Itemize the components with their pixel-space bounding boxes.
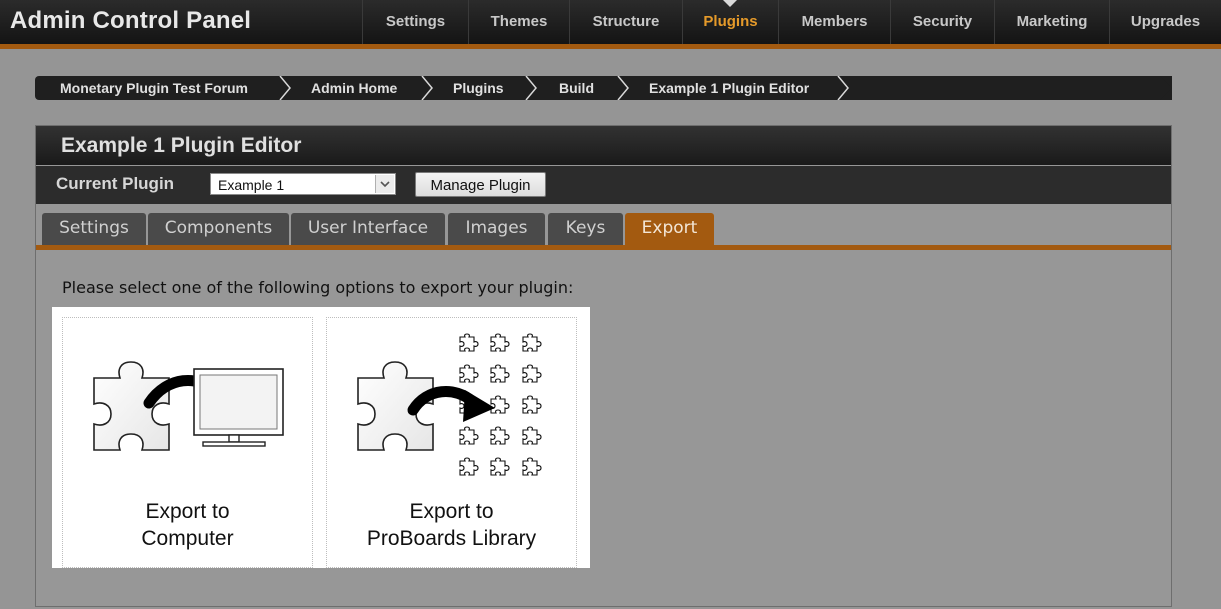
breadcrumb-admin-home[interactable]: Admin Home bbox=[311, 76, 397, 100]
active-nav-caret-icon bbox=[723, 0, 737, 7]
nav-members[interactable]: Members bbox=[778, 0, 890, 44]
nav-marketing[interactable]: Marketing bbox=[994, 0, 1109, 44]
manage-plugin-button[interactable]: Manage Plugin bbox=[415, 172, 546, 197]
breadcrumb-separator-icon bbox=[525, 76, 537, 100]
nav-structure[interactable]: Structure bbox=[569, 0, 682, 44]
tab-settings[interactable]: Settings bbox=[42, 213, 146, 245]
top-bar-accent-stripe bbox=[0, 44, 1221, 49]
export-instructions: Please select one of the following optio… bbox=[62, 278, 574, 297]
plugin-select-value: Example 1 bbox=[218, 177, 285, 193]
breadcrumb-end-arrow bbox=[1160, 76, 1172, 100]
tab-components[interactable]: Components bbox=[148, 213, 289, 245]
plugin-editor-panel: Example 1 Plugin Editor Current Plugin E… bbox=[35, 125, 1172, 607]
breadcrumb-separator-icon bbox=[837, 76, 849, 100]
top-bar: Admin Control Panel Settings Themes Stru… bbox=[0, 0, 1221, 44]
option-label-line1: Export to bbox=[145, 500, 230, 523]
breadcrumb-plugins[interactable]: Plugins bbox=[453, 76, 504, 100]
export-to-library-icon bbox=[357, 333, 542, 476]
chevron-down-icon[interactable] bbox=[375, 175, 394, 193]
breadcrumb-separator-icon bbox=[617, 76, 629, 100]
app-title: Admin Control Panel bbox=[10, 7, 252, 34]
current-plugin-label: Current Plugin bbox=[56, 174, 175, 193]
export-to-computer-icon bbox=[93, 361, 284, 451]
tab-user-interface[interactable]: User Interface bbox=[291, 213, 445, 245]
option-label-line2: ProBoards Library bbox=[366, 527, 537, 550]
breadcrumb-build[interactable]: Build bbox=[559, 76, 594, 100]
breadcrumb-forum[interactable]: Monetary Plugin Test Forum bbox=[60, 76, 248, 100]
tab-images[interactable]: Images bbox=[448, 213, 545, 245]
breadcrumb-separator-icon bbox=[279, 76, 291, 100]
page-title: Example 1 Plugin Editor bbox=[61, 134, 302, 157]
export-options: Export to Computer Export to ProBoards L… bbox=[52, 307, 590, 568]
export-to-computer-label: Export to Computer bbox=[63, 498, 312, 552]
nav-security[interactable]: Security bbox=[890, 0, 994, 44]
tab-export[interactable]: Export bbox=[625, 213, 714, 245]
plugin-select[interactable]: Example 1 bbox=[210, 173, 396, 195]
nav-settings[interactable]: Settings bbox=[362, 0, 468, 44]
breadcrumb-current-page: Example 1 Plugin Editor bbox=[649, 80, 810, 96]
panel-header: Example 1 Plugin Editor bbox=[36, 126, 1171, 165]
current-plugin-bar: Current Plugin Example 1 Manage Plugin bbox=[36, 166, 1171, 204]
tab-underline bbox=[36, 245, 1171, 250]
export-to-computer-option[interactable]: Export to Computer bbox=[62, 317, 313, 568]
export-to-library-option[interactable]: Export to ProBoards Library bbox=[326, 317, 577, 568]
nav-themes[interactable]: Themes bbox=[468, 0, 569, 44]
top-navigation: Settings Themes Structure Plugins Member… bbox=[362, 0, 1221, 44]
option-label-line2: Computer bbox=[141, 527, 234, 550]
breadcrumb-separator-icon bbox=[421, 76, 433, 100]
nav-upgrades[interactable]: Upgrades bbox=[1109, 0, 1221, 44]
breadcrumb: Monetary Plugin Test Forum Admin Home Pl… bbox=[35, 76, 1172, 100]
tab-keys[interactable]: Keys bbox=[548, 213, 623, 245]
option-label-line1: Export to bbox=[409, 500, 494, 523]
export-to-library-label: Export to ProBoards Library bbox=[327, 498, 576, 552]
